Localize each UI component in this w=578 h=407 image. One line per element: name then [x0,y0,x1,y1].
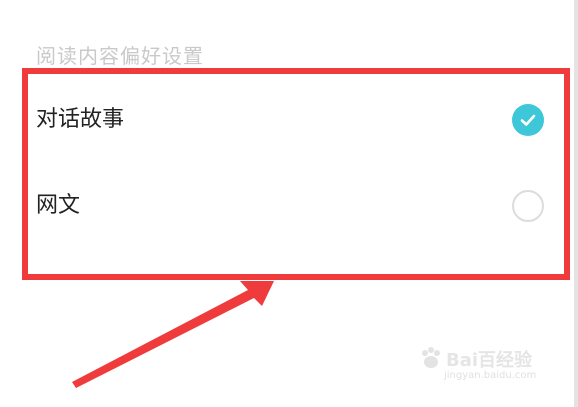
scrollbar-edge [574,0,578,407]
check-circle-icon[interactable] [512,104,544,136]
option-label: 网文 [36,193,81,218]
option-row-web-novels[interactable]: 网文 [22,176,570,236]
paw-icon [422,347,440,368]
option-row-dialogue-stories[interactable]: 对话故事 [22,90,570,150]
section-header: 阅读内容偏好设置 [36,44,204,68]
option-label: 对话故事 [36,107,125,132]
watermark: Bai百经验 jingyan.baidu.com [418,344,558,388]
watermark-url: jingyan.baidu.com [444,370,537,381]
empty-circle-icon[interactable] [512,190,544,222]
preferences-screen: 阅读内容偏好设置 对话故事 网文 Bai百经验 jingyan.baidu.co… [0,0,578,407]
options-list: 对话故事 网文 [22,76,570,272]
watermark-brand: Bai百经验 [446,350,533,371]
